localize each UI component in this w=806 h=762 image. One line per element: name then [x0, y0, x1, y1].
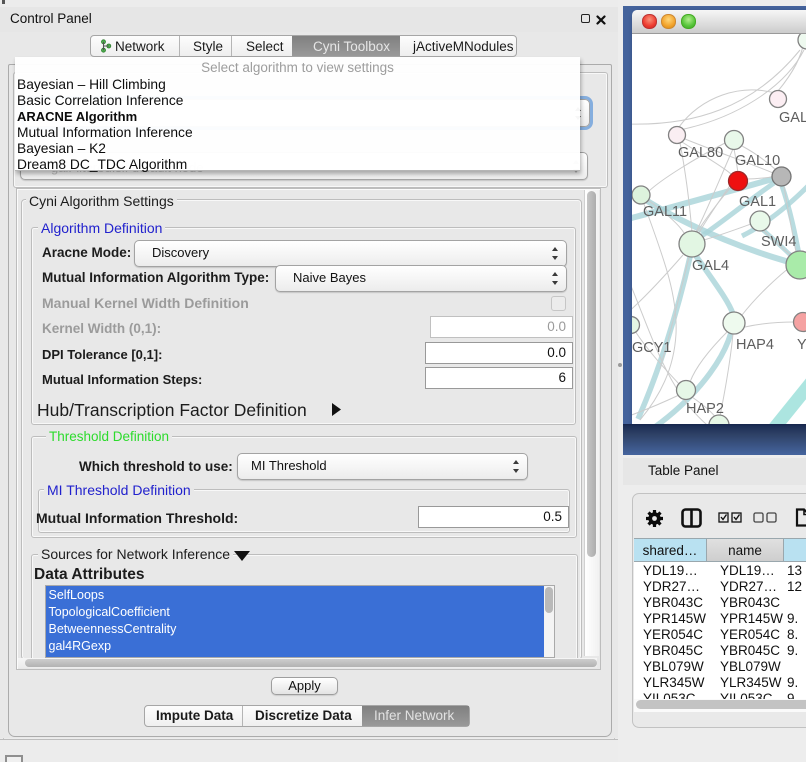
svg-text:HAP2: HAP2 [686, 401, 724, 417]
svg-text:GCY1: GCY1 [632, 340, 672, 356]
svg-text:GAL2: GAL2 [779, 110, 806, 126]
svg-text:GAL11: GAL11 [643, 204, 687, 220]
svg-text:GAL10: GAL10 [735, 153, 780, 169]
svg-text:GAL1: GAL1 [739, 194, 776, 210]
svg-text:HAP4: HAP4 [736, 337, 774, 353]
svg-text:YM: YM [797, 337, 806, 353]
svg-text:GAL80: GAL80 [678, 145, 723, 161]
svg-text:GAL4: GAL4 [692, 258, 729, 274]
svg-text:SWI4: SWI4 [761, 234, 796, 250]
